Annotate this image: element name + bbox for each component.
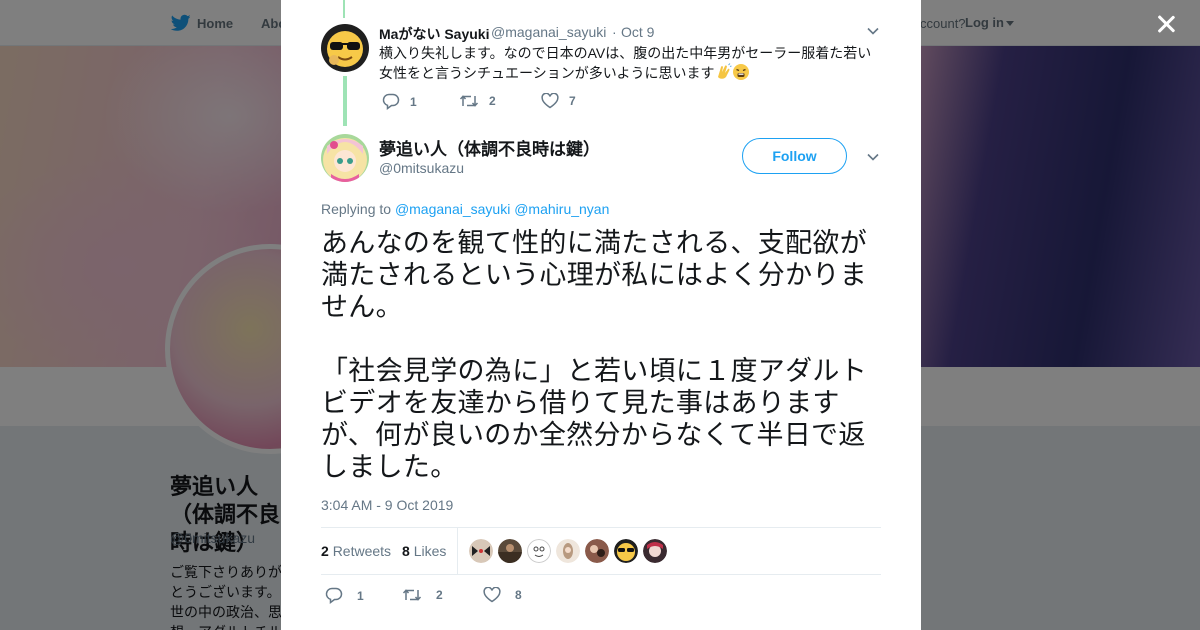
retweets-stat[interactable]: 2 Retweets [321,543,391,559]
author-handle[interactable]: @0mitsukazu [379,160,464,176]
replying-to-label: Replying to [321,201,392,217]
retweet-action[interactable]: 2 [402,587,443,603]
author-name[interactable]: 夢追い人（体調不良時は鍵） [379,135,600,160]
tweet-stats: 2 Retweets 8 Likes [321,527,881,575]
liker-avatar[interactable] [527,539,551,563]
anime-character-avatar-icon [321,134,369,182]
liker-avatar[interactable] [614,539,638,563]
tweet-timestamp[interactable]: 3:04 AM - 9 Oct 2019 [321,497,453,513]
liker-avatar[interactable] [585,539,609,563]
liker-avatar[interactable] [643,539,667,563]
close-icon[interactable] [1154,12,1178,36]
sunglasses-face-icon [321,24,369,72]
date-separator: · [612,24,617,40]
parent-tweet-body: 横入り失礼します。なので日本のAVは、腹の出た中年男がセーラー服着た若い女性をと… [379,45,872,81]
liker-avatar[interactable] [556,539,580,563]
parent-avatar[interactable] [321,24,369,72]
parent-author-handle[interactable]: @maganai_sayuki [491,24,606,40]
parent-like-action[interactable]: 7 [541,93,576,109]
reply-count: 1 [357,588,364,603]
reply-mention-link[interactable]: @mahiru_nyan [514,201,609,217]
chevron-down-icon[interactable] [866,150,880,164]
follow-button[interactable]: Follow [742,138,847,174]
parent-retweet-action[interactable]: 2 [459,93,496,109]
chevron-down-icon[interactable] [866,24,880,38]
replying-to-line: Replying to @maganai_sayuki @mahiru_nyan [321,201,609,217]
liker-avatar[interactable] [498,539,522,563]
retweets-stat-count: 2 [321,543,329,559]
reply-mention-link[interactable]: @maganai_sayuki [395,201,510,217]
parent-reply-action[interactable]: 1 [382,93,417,110]
retweet-icon [402,589,422,601]
weary-face-icon [733,64,750,80]
liker-avatars [469,539,672,563]
retweet-icon [459,95,479,107]
parent-date[interactable]: Oct 9 [621,24,654,40]
tweet-text: あんなのを観て性的に満たされる、支配欲が満たされるという心理が私にはよく分かりま… [321,228,867,482]
likes-stat-label: Likes [413,543,447,559]
likes-stat[interactable]: 8 Likes [402,543,446,559]
thread-connector-line [343,76,347,126]
parent-tweet-text: 横入り失礼します。なので日本のAVは、腹の出た中年男がセーラー服着た若い女性をと… [379,43,879,83]
heart-icon [541,93,559,109]
liker-avatar[interactable] [469,539,493,563]
thread-connector-line [343,0,345,18]
parent-retweet-count: 2 [489,94,496,108]
retweet-count: 2 [436,588,443,602]
tweet-modal: Maがない Sayuki @maganai_sayuki · Oct 9 横入り… [281,0,921,630]
retweets-stat-label: Retweets [332,543,392,559]
reply-action[interactable]: 1 [325,587,364,604]
author-avatar[interactable] [321,134,369,182]
like-count: 8 [515,588,522,602]
parent-reply-count: 1 [410,94,417,109]
parent-like-count: 7 [569,94,576,108]
like-action[interactable]: 8 [483,587,522,603]
likes-stat-count: 8 [402,543,410,559]
waving-hand-icon [718,63,733,79]
reply-icon [382,93,400,110]
heart-icon [483,587,501,603]
stats-divider [457,528,458,575]
reply-icon [325,587,343,604]
parent-author-name[interactable]: Maがない Sayuki [379,24,489,44]
